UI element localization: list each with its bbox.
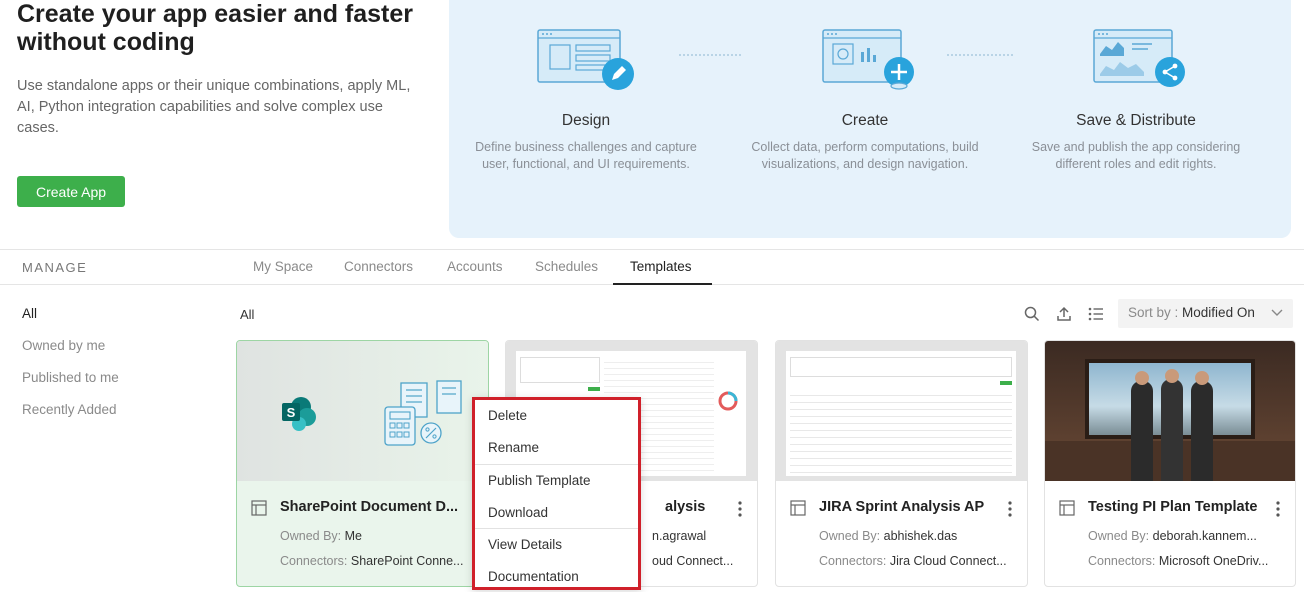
card-title: SharePoint Document D... bbox=[280, 499, 459, 515]
search-icon[interactable] bbox=[1023, 305, 1041, 323]
sidebar-item-owned-by-me[interactable]: Owned by me bbox=[22, 338, 105, 353]
create-illustration-icon bbox=[822, 29, 914, 90]
menu-item-view-details[interactable]: View Details bbox=[488, 537, 562, 552]
donut-chart-icon bbox=[718, 391, 738, 411]
tab-accounts[interactable]: Accounts bbox=[447, 259, 503, 274]
manage-tabbar: MANAGE My Space Connectors Accounts Sche… bbox=[0, 249, 1304, 285]
card-title: alysis bbox=[665, 499, 706, 515]
menu-item-documentation[interactable]: Documentation bbox=[488, 569, 579, 584]
template-card[interactable]: JIRA Sprint Analysis AP Owned By: abhish… bbox=[775, 340, 1028, 587]
sharepoint-logo-icon: S bbox=[282, 397, 316, 431]
tab-my-space[interactable]: My Space bbox=[253, 259, 313, 274]
menu-item-delete[interactable]: Delete bbox=[488, 408, 527, 423]
card-owner: n.agrawal bbox=[652, 529, 707, 543]
tab-connectors[interactable]: Connectors bbox=[344, 259, 413, 274]
menu-divider bbox=[475, 528, 638, 529]
manage-label: MANAGE bbox=[22, 260, 88, 275]
template-card[interactable]: Testing PI Plan Template Owned By: debor… bbox=[1044, 340, 1296, 587]
chevron-down-icon bbox=[1271, 309, 1283, 316]
card-owner: Owned By: Me bbox=[280, 529, 362, 543]
hero-description: Use standalone apps or their unique comb… bbox=[17, 78, 411, 136]
card-context-menu: Delete Rename Publish Template Download … bbox=[472, 397, 641, 590]
menu-item-rename[interactable]: Rename bbox=[488, 440, 539, 455]
hero-title: Create your app easier and faster withou… bbox=[17, 0, 413, 56]
step-title: Save & Distribute bbox=[1076, 112, 1196, 129]
filter-label: All bbox=[240, 307, 255, 322]
create-app-button[interactable]: Create App bbox=[17, 176, 125, 207]
sort-value: Modified On bbox=[1182, 305, 1255, 320]
menu-item-download[interactable]: Download bbox=[488, 505, 548, 520]
step-description: Collect data, perform computations, buil… bbox=[751, 140, 979, 171]
menu-divider bbox=[475, 464, 638, 465]
sidebar-item-all[interactable]: All bbox=[22, 306, 37, 321]
more-options-icon[interactable] bbox=[735, 500, 745, 518]
more-options-icon[interactable] bbox=[1005, 500, 1015, 518]
template-icon bbox=[251, 500, 267, 516]
menu-item-publish-template[interactable]: Publish Template bbox=[488, 473, 591, 488]
sort-label: Sort by : bbox=[1128, 305, 1179, 320]
tab-templates[interactable]: Templates bbox=[630, 259, 692, 274]
card-owner: Owned By: deborah.kannem... bbox=[1088, 529, 1257, 543]
sidebar-item-recently-added[interactable]: Recently Added bbox=[22, 402, 117, 417]
design-illustration-icon bbox=[537, 29, 634, 90]
card-connectors: Connectors: Jira Cloud Connect... bbox=[819, 554, 1007, 568]
card-owner: Owned By: abhishek.das bbox=[819, 529, 958, 543]
tab-schedules[interactable]: Schedules bbox=[535, 259, 598, 274]
step-connector bbox=[947, 54, 1013, 56]
card-title: Testing PI Plan Template bbox=[1088, 499, 1258, 515]
card-connectors: oud Connect... bbox=[652, 554, 734, 568]
card-title: JIRA Sprint Analysis AP bbox=[819, 499, 985, 515]
card-info: SharePoint Document D... Owned By: Me Co… bbox=[237, 481, 488, 586]
upload-icon[interactable] bbox=[1055, 305, 1073, 323]
step-description: Define business challenges and capture u… bbox=[475, 140, 697, 171]
active-tab-indicator bbox=[613, 283, 712, 285]
hero-text: Create your app easier and faster withou… bbox=[17, 0, 437, 139]
step-title: Create bbox=[841, 112, 889, 129]
svg-text:S: S bbox=[287, 405, 296, 420]
sidebar-item-published-to-me[interactable]: Published to me bbox=[22, 370, 119, 385]
template-icon bbox=[790, 500, 806, 516]
card-info: JIRA Sprint Analysis AP Owned By: abhish… bbox=[776, 481, 1027, 586]
card-thumbnail bbox=[1045, 341, 1295, 481]
card-thumbnail: S bbox=[237, 341, 488, 481]
document-calculator-icon bbox=[384, 380, 462, 446]
save-distribute-illustration-icon bbox=[1093, 29, 1185, 87]
step-description: Save and publish the app considering dif… bbox=[1031, 140, 1241, 171]
step-title: Design bbox=[561, 112, 611, 129]
card-thumbnail bbox=[776, 341, 1027, 481]
sort-dropdown[interactable]: Sort by : Modified On bbox=[1118, 299, 1293, 328]
list-view-icon[interactable] bbox=[1087, 305, 1105, 323]
template-card[interactable]: S SharePoint Document D... Owned By: Me … bbox=[236, 340, 489, 587]
card-connectors: Connectors: Microsoft OneDriv... bbox=[1088, 554, 1269, 568]
more-options-icon[interactable] bbox=[1273, 500, 1283, 518]
step-connector bbox=[679, 54, 741, 56]
card-info: Testing PI Plan Template Owned By: debor… bbox=[1045, 481, 1295, 586]
template-icon bbox=[1059, 500, 1075, 516]
table-preview bbox=[786, 351, 1016, 476]
card-connectors: Connectors: SharePoint Conne... bbox=[280, 554, 464, 568]
hero-steps-panel: Design Define business challenges and ca… bbox=[449, 0, 1291, 238]
